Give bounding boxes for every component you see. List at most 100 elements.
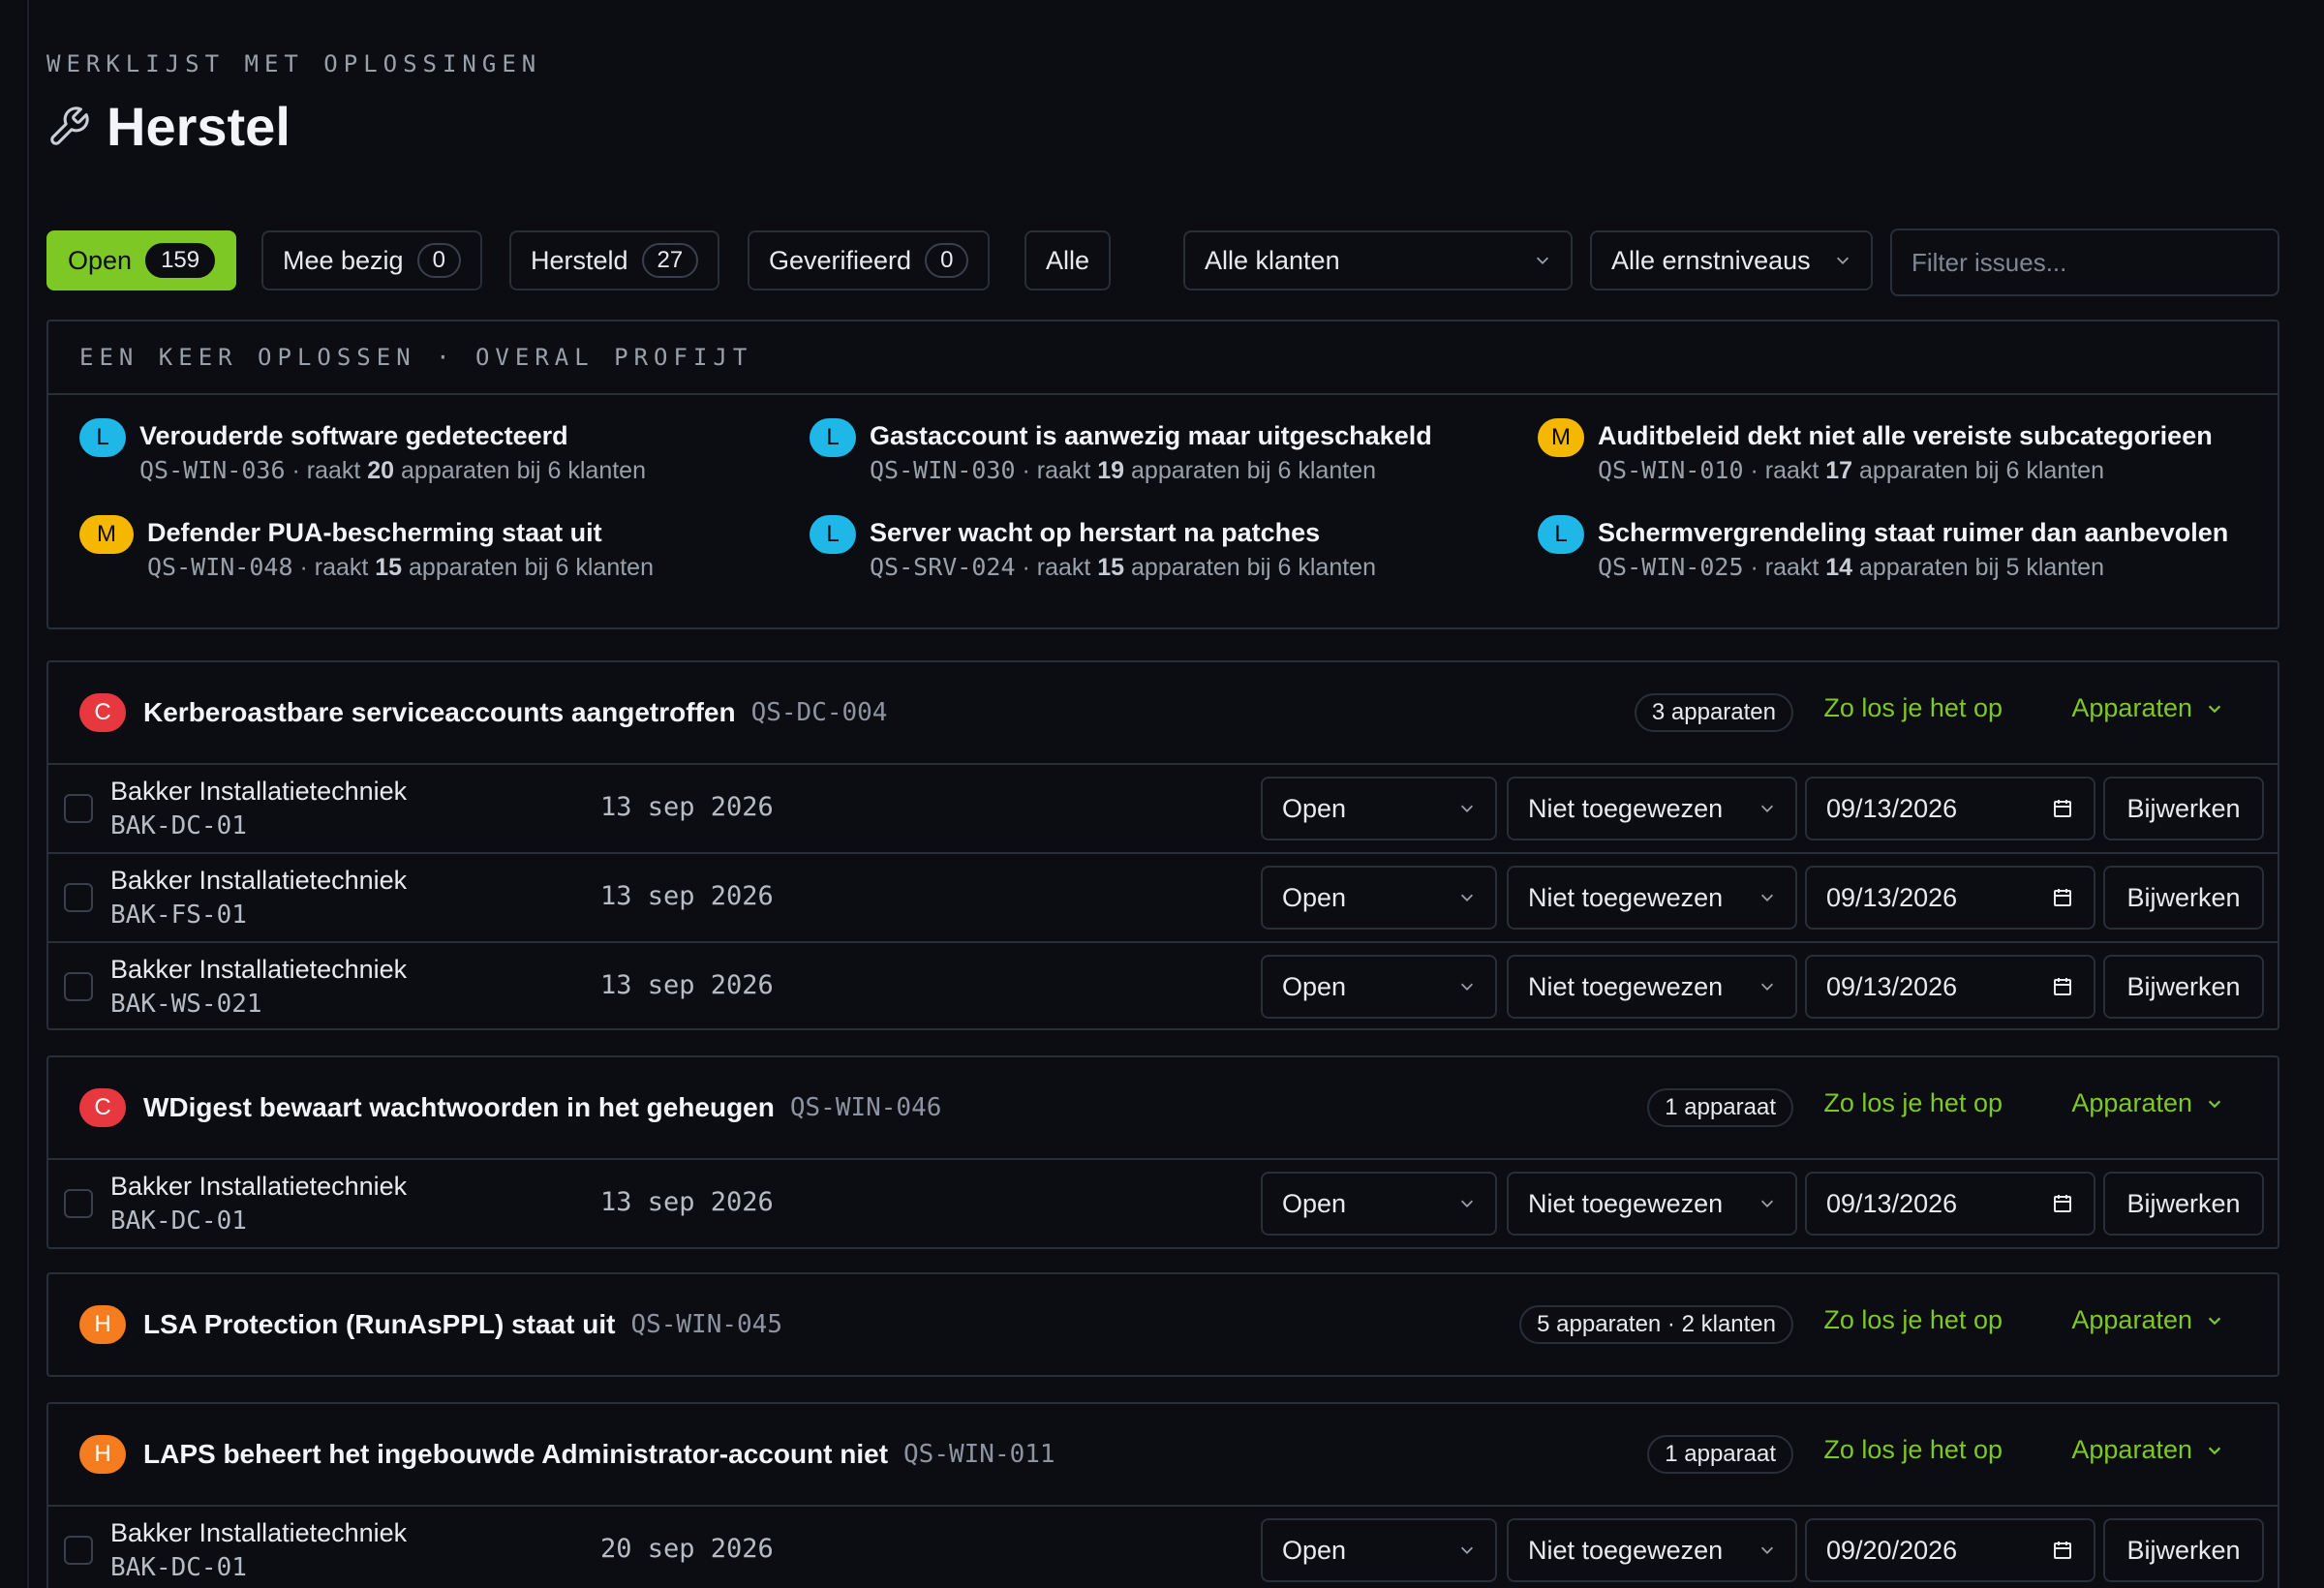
howto-link[interactable]: Zo los je het op <box>1823 693 2003 723</box>
chevron-down-icon <box>2208 1317 2221 1325</box>
howto-link[interactable]: Zo los je het op <box>1823 1435 2003 1465</box>
impact-prefix: · raakt <box>299 554 376 581</box>
calendar-icon[interactable] <box>2051 797 2074 820</box>
assignee-value: Niet toegewezen <box>1528 793 1724 823</box>
status-select[interactable]: Open <box>1261 955 1497 1019</box>
howto-link[interactable]: Zo los je het op <box>1823 1305 2003 1335</box>
impact-prefix: · raakt <box>291 457 368 484</box>
update-button[interactable]: Bijwerken <box>2103 1518 2264 1582</box>
issue-id: QS-WIN-046 <box>789 1093 942 1122</box>
calendar-icon[interactable] <box>2051 886 2074 909</box>
hostname: BAK-DC-01 <box>110 1553 247 1582</box>
issue-filter-input[interactable] <box>1890 229 2279 296</box>
quickfix-item[interactable]: L Schermvergrendeling staat ruimer dan a… <box>1538 515 2228 585</box>
devices-toggle[interactable]: Apparaten <box>2071 1435 2223 1465</box>
issue-id: QS-WIN-011 <box>903 1440 1055 1469</box>
howto-link[interactable]: Zo los je het op <box>1823 1088 2003 1118</box>
update-button[interactable]: Bijwerken <box>2103 866 2264 930</box>
quickfix-item[interactable]: M Auditbeleid dekt niet alle vereiste su… <box>1538 418 2213 488</box>
quickfix-item[interactable]: M Defender PUA-bescherming staat uit QS-… <box>79 515 654 585</box>
quickfix-panel: EEN KEER OPLOSSEN · OVERAL PROFIJT L Ver… <box>46 320 2279 629</box>
calendar-icon[interactable] <box>2051 1539 2074 1562</box>
quickfix-title: Schermvergrendeling staat ruimer dan aan… <box>1598 518 2229 547</box>
client-name: Bakker Installatietechniek <box>110 866 408 895</box>
assignee-select[interactable]: Niet toegewezen <box>1507 1172 1797 1236</box>
quickfix-item[interactable]: L Verouderde software gedetecteerd QS-WI… <box>79 418 646 488</box>
client-select[interactable]: Alle klanten <box>1183 230 1573 290</box>
device-count-pill: 1 apparaat <box>1647 1435 1793 1474</box>
assignee-select[interactable]: Niet toegewezen <box>1507 955 1797 1019</box>
hostname: BAK-DC-01 <box>110 811 247 840</box>
quickfix-grid: L Verouderde software gedetecteerd QS-WI… <box>48 395 2278 627</box>
calendar-icon[interactable] <box>2051 1192 2074 1215</box>
update-button[interactable]: Bijwerken <box>2103 1172 2264 1236</box>
device-row: Bakker Installatietechniek BAK-WS-021 13… <box>48 941 2278 1030</box>
due-date-input[interactable]: 09/20/2026 <box>1805 1518 2095 1582</box>
issue-id: QS-WIN-030 <box>870 456 1016 484</box>
quickfix-item[interactable]: L Server wacht op herstart na patches QS… <box>810 515 1376 585</box>
chevron-down-icon <box>1760 894 1774 901</box>
tab-fixed[interactable]: Hersteld 27 <box>509 230 720 290</box>
calendar-icon[interactable] <box>2051 975 2074 998</box>
detected-date: 13 sep 2026 <box>600 881 774 911</box>
quickfix-heading: EEN KEER OPLOSSEN · OVERAL PROFIJT <box>48 321 2278 395</box>
hostname: BAK-WS-021 <box>110 990 262 1019</box>
tab-open[interactable]: Open 159 <box>46 230 237 290</box>
chevron-down-icon <box>2208 705 2221 713</box>
quickfix-item[interactable]: L Gastaccount is aanwezig maar uitgescha… <box>810 418 1432 488</box>
impact-prefix: · raakt <box>1750 554 1826 581</box>
devices-toggle[interactable]: Apparaten <box>2071 1088 2223 1118</box>
issue-group-header: H LAPS beheert het ingebouwde Administra… <box>48 1404 2278 1505</box>
issue-group: C WDigest bewaart wachtwoorden in het ge… <box>46 1055 2279 1249</box>
tab-label: Hersteld <box>531 245 628 275</box>
devices-toggle-label: Apparaten <box>2071 1435 2192 1464</box>
devices-toggle-label: Apparaten <box>2071 1305 2192 1334</box>
status-select[interactable]: Open <box>1261 1172 1497 1236</box>
due-date-value: 09/13/2026 <box>1826 882 1958 912</box>
tab-in-progress[interactable]: Mee bezig 0 <box>261 230 482 290</box>
row-checkbox[interactable] <box>64 883 93 912</box>
assignee-select[interactable]: Niet toegewezen <box>1507 1518 1797 1582</box>
tab-all[interactable]: Alle <box>1024 230 1112 290</box>
due-date-input[interactable]: 09/13/2026 <box>1805 866 2095 930</box>
chevron-down-icon <box>1460 805 1474 812</box>
status-select[interactable]: Open <box>1261 777 1497 840</box>
severity-badge: L <box>79 418 126 457</box>
update-button[interactable]: Bijwerken <box>2103 955 2264 1019</box>
assignee-value: Niet toegewezen <box>1528 1188 1724 1218</box>
device-count: 14 <box>1825 554 1853 581</box>
tab-verified[interactable]: Geverifieerd 0 <box>748 230 991 290</box>
due-date-input[interactable]: 09/13/2026 <box>1805 1172 2095 1236</box>
devices-toggle[interactable]: Apparaten <box>2071 1305 2223 1335</box>
status-select[interactable]: Open <box>1261 866 1497 930</box>
impact-suffix: apparaten bij 6 klanten <box>1124 554 1376 581</box>
issue-id: QS-WIN-048 <box>147 553 293 581</box>
impact-suffix: apparaten bij 6 klanten <box>1124 457 1376 484</box>
row-checkbox[interactable] <box>64 1189 93 1218</box>
assignee-select[interactable]: Niet toegewezen <box>1507 866 1797 930</box>
device-count: 15 <box>1097 554 1125 581</box>
severity-badge: H <box>79 1305 126 1344</box>
row-checkbox[interactable] <box>64 1536 93 1565</box>
issue-group: H LAPS beheert het ingebouwde Administra… <box>46 1402 2279 1588</box>
impact-prefix: · raakt <box>1750 457 1826 484</box>
device-row: Bakker Installatietechniek BAK-DC-01 13 … <box>48 763 2278 852</box>
devices-toggle[interactable]: Apparaten <box>2071 693 2223 723</box>
assignee-select[interactable]: Niet toegewezen <box>1507 777 1797 840</box>
update-button[interactable]: Bijwerken <box>2103 777 2264 840</box>
row-checkbox[interactable] <box>64 794 93 823</box>
status-select[interactable]: Open <box>1261 1518 1497 1582</box>
due-date-input[interactable]: 09/13/2026 <box>1805 777 2095 840</box>
severity-select[interactable]: Alle ernstniveaus <box>1590 230 1873 290</box>
tab-count: 0 <box>925 243 969 278</box>
severity-badge: L <box>810 515 856 554</box>
severity-badge: C <box>79 693 126 732</box>
chevron-down-icon <box>1836 257 1850 264</box>
severity-badge: L <box>810 418 856 457</box>
due-date-value: 09/13/2026 <box>1826 971 1958 1001</box>
devices-toggle-label: Apparaten <box>2071 1088 2192 1117</box>
row-checkbox[interactable] <box>64 972 93 1001</box>
quickfix-title: Auditbeleid dekt niet alle vereiste subc… <box>1598 421 2213 450</box>
tab-count: 159 <box>145 243 216 278</box>
due-date-input[interactable]: 09/13/2026 <box>1805 955 2095 1019</box>
